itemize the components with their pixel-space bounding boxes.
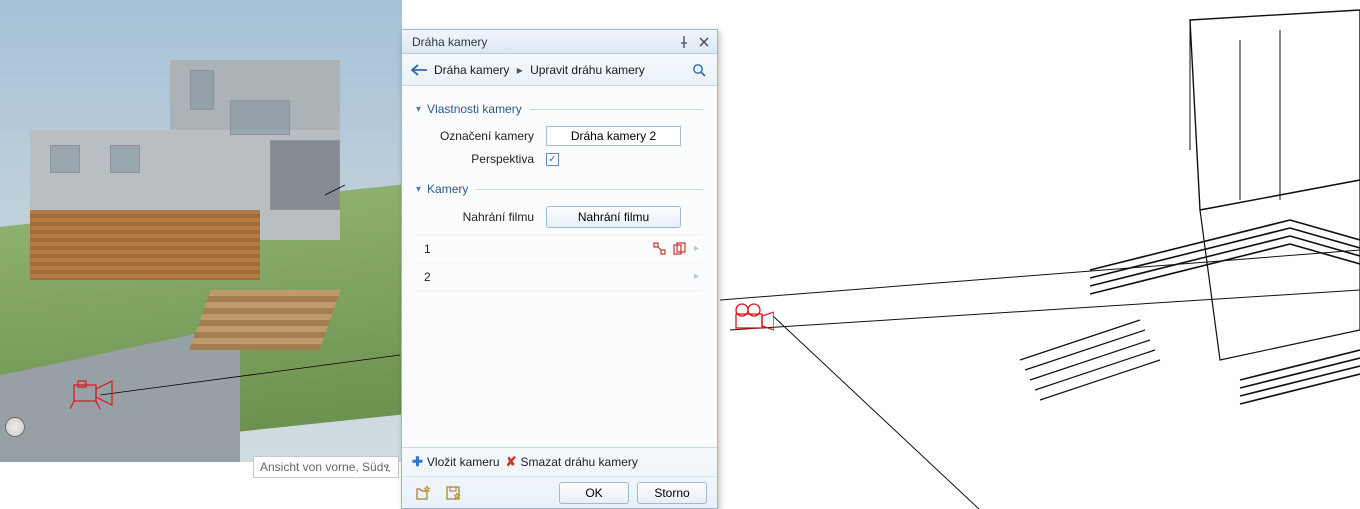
insert-camera-button[interactable]: ✚ Vložit kameru xyxy=(412,454,500,470)
camera-list: 1 ▸ 2 ▸ xyxy=(416,234,703,291)
camera-gizmo-icon[interactable] xyxy=(730,302,774,334)
back-arrow-icon[interactable] xyxy=(410,63,428,77)
group-header-cameras[interactable]: ▾ Kamery xyxy=(416,182,703,196)
chevron-right-icon: ▸ xyxy=(694,243,699,254)
label-camera-name: Označení kamery xyxy=(416,129,546,143)
pin-icon[interactable] xyxy=(675,34,693,50)
target-icon[interactable] xyxy=(651,240,668,257)
button-label: Vložit kameru xyxy=(427,455,500,469)
breadcrumb-item[interactable]: Upravit dráhu kamery xyxy=(530,63,645,77)
view-caption-input[interactable] xyxy=(253,456,399,478)
chevron-right-icon: ▸ xyxy=(694,271,699,282)
record-movie-button[interactable]: Nahrání filmu xyxy=(546,206,681,228)
collapse-icon[interactable]: ▾ xyxy=(416,104,421,115)
dialog-title: Dráha kamery xyxy=(412,35,487,49)
label-perspective: Perspektiva xyxy=(416,152,546,166)
label-record-movie: Nahrání filmu xyxy=(416,210,546,224)
sketch-drawing xyxy=(720,0,1360,509)
breadcrumb[interactable]: Dráha kamery ▸ Upravit dráhu kamery xyxy=(434,63,645,77)
button-label: Smazat dráhu kamery xyxy=(521,455,638,469)
group-label: Kamery xyxy=(427,182,468,196)
group-header-properties[interactable]: ▾ Vlastnosti kamery xyxy=(416,102,703,116)
favorite-open-icon[interactable] xyxy=(412,483,434,503)
favorite-save-icon[interactable] xyxy=(442,483,464,503)
camera-path-dialog: Dráha kamery Dráha kamery ▸ Upravit dráh… xyxy=(401,29,718,509)
delete-path-button[interactable]: ✘ Smazat dráhu kamery xyxy=(506,454,638,470)
camera-index: 1 xyxy=(424,242,648,256)
close-icon[interactable] xyxy=(695,34,713,50)
viewport-3d[interactable] xyxy=(0,0,402,462)
x-icon: ✘ xyxy=(506,454,517,470)
dialog-toolbar: Dráha kamery ▸ Upravit dráhu kamery xyxy=(402,54,717,86)
collapse-icon[interactable]: ▾ xyxy=(416,184,421,195)
camera-name-input[interactable] xyxy=(546,126,681,146)
camera-list-item[interactable]: 2 ▸ xyxy=(416,263,703,291)
viewport-sketch[interactable] xyxy=(720,0,1360,509)
ok-button[interactable]: OK xyxy=(559,482,629,504)
dialog-footer: ✚ Vložit kameru ✘ Smazat dráhu kamery OK… xyxy=(402,447,717,508)
group-label: Vlastnosti kamery xyxy=(427,102,522,116)
camera-list-item[interactable]: 1 ▸ xyxy=(416,235,703,263)
search-icon[interactable] xyxy=(689,60,709,80)
camera-gizmo-icon[interactable] xyxy=(70,375,120,415)
copy-icon[interactable] xyxy=(671,240,688,257)
perspective-checkbox[interactable]: ✓ xyxy=(546,153,559,166)
dialog-titlebar[interactable]: Dráha kamery xyxy=(402,30,717,54)
breadcrumb-item[interactable]: Dráha kamery xyxy=(434,63,509,77)
plus-icon: ✚ xyxy=(412,454,423,470)
camera-path-line xyxy=(0,0,402,462)
cancel-button[interactable]: Storno xyxy=(637,482,707,504)
navigation-compass-icon[interactable] xyxy=(5,417,25,437)
dialog-content: ▾ Vlastnosti kamery Označení kamery Pers… xyxy=(402,86,717,447)
camera-index: 2 xyxy=(424,270,688,284)
chevron-right-icon: ▸ xyxy=(517,63,523,77)
